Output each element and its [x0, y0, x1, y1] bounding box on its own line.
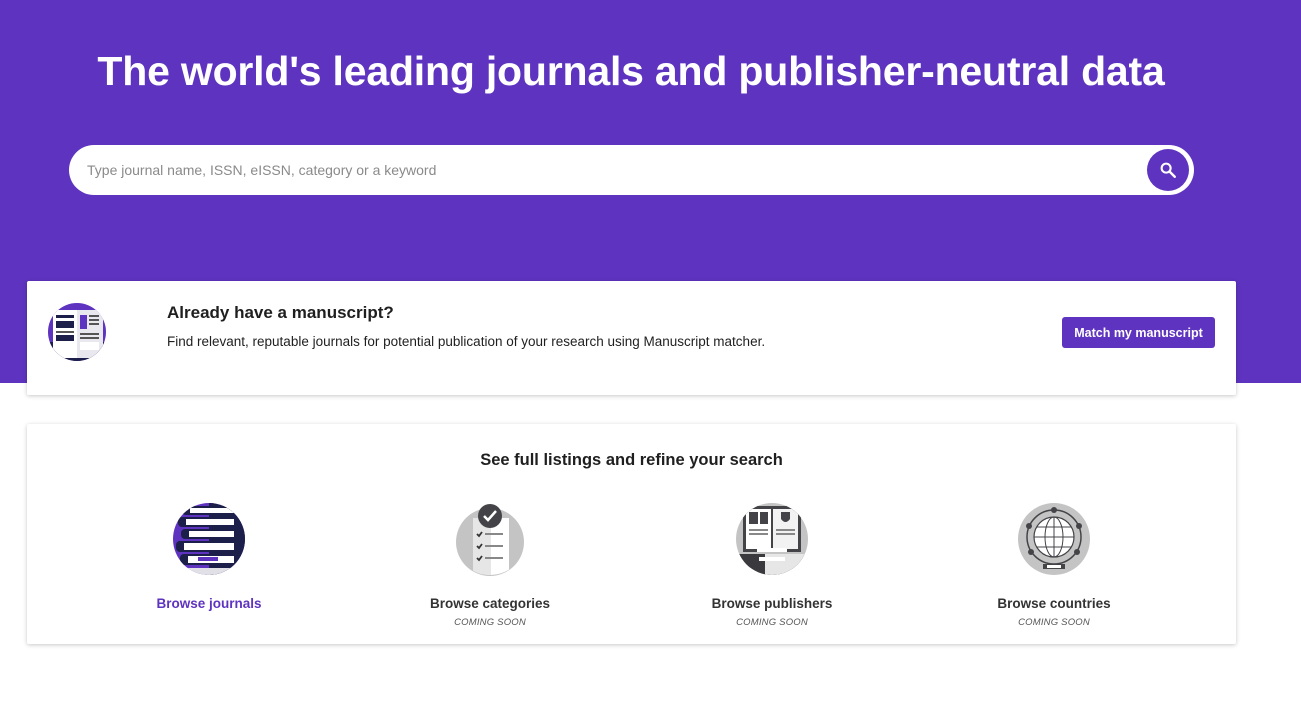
browse-journals-link[interactable]: Browse journals [99, 596, 319, 611]
browse-publishers-item: Browse publishers COMING SOON [662, 502, 882, 632]
coming-soon-badge: COMING SOON [454, 617, 526, 628]
browse-listings-card: See full listings and refine your search [27, 424, 1236, 644]
page-title: The world's leading journals and publish… [97, 48, 1165, 94]
browse-publishers-label: Browse publishers [711, 596, 833, 611]
search-icon [1160, 162, 1176, 178]
browse-countries-label: Browse countries [997, 596, 1111, 611]
browse-categories-label: Browse categories [429, 596, 551, 611]
browse-categories-item: Browse categories COMING SOON [380, 502, 600, 632]
search-input[interactable] [87, 145, 1127, 195]
search-bar [69, 145, 1194, 195]
search-button[interactable] [1147, 149, 1189, 191]
manuscript-description: Find relevant, reputable journals for po… [167, 334, 766, 349]
manuscript-heading: Already have a manuscript? [167, 303, 394, 322]
coming-soon-badge: COMING SOON [1018, 617, 1090, 628]
coming-soon-badge: COMING SOON [736, 617, 808, 628]
manuscript-document-icon [48, 303, 106, 361]
journals-stack-icon [173, 503, 245, 575]
browse-countries-item: Browse countries COMING SOON [944, 502, 1164, 632]
categories-checklist-icon [456, 504, 524, 576]
publishers-book-icon [736, 503, 808, 575]
browse-heading: See full listings and refine your search [480, 451, 783, 469]
manuscript-matcher-card: Already have a manuscript? Find relevant… [27, 281, 1236, 395]
countries-globe-icon [1018, 503, 1090, 575]
match-manuscript-button[interactable]: Match my manuscript [1062, 317, 1215, 348]
browse-journals-item[interactable]: Browse journals [99, 502, 319, 632]
